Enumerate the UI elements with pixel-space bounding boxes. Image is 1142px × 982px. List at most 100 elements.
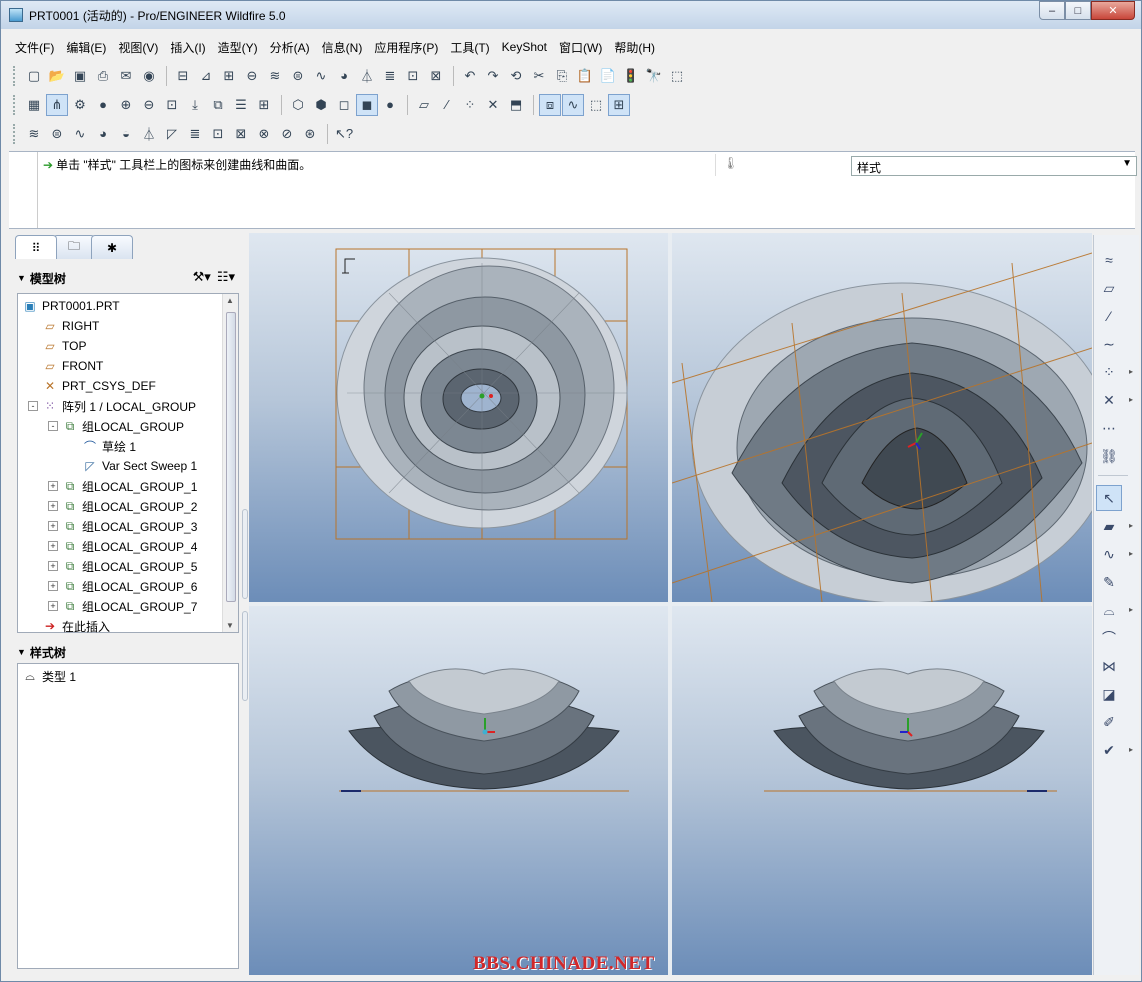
model-tree-item[interactable]: + ⧉ 组LOCAL_GROUP_3 — [48, 516, 197, 536]
regenerate-icon[interactable]: ⟲ — [505, 65, 527, 87]
tab-model-tree[interactable]: ⠿ — [15, 235, 57, 259]
expand-icon[interactable]: + — [48, 561, 58, 571]
curvature-icon[interactable]: ∿ — [310, 65, 332, 87]
delete-analysis-icon[interactable]: ⊗ — [253, 123, 275, 145]
menu-keyshot[interactable]: KeyShot — [496, 38, 553, 56]
collapse-tree-icon[interactable]: - — [48, 421, 58, 431]
scroll-up-icon[interactable]: ▲ — [226, 296, 234, 305]
model-tree-item[interactable]: ▱ TOP — [42, 336, 86, 356]
tab-favorites[interactable]: ✱ — [91, 235, 133, 259]
datum-point-display-icon[interactable]: ⁘ — [459, 94, 481, 116]
surface-connect-icon[interactable]: ⌒ — [1096, 625, 1122, 651]
panel-splitter[interactable] — [241, 233, 249, 975]
paste-icon[interactable]: 📋 — [574, 65, 596, 87]
select-arrow-icon[interactable]: ↖ — [1096, 485, 1122, 511]
model-tree-item[interactable]: ▣ PRT0001.PRT — [22, 296, 119, 316]
expand-icon[interactable]: + — [48, 501, 58, 511]
surface-icon[interactable]: ⌓ ▸ — [1096, 597, 1133, 623]
saved-views-icon[interactable]: ⧉ — [207, 94, 229, 116]
zoom-in-icon[interactable]: ⊕ — [115, 94, 137, 116]
hidden-line-icon[interactable]: ⬢ — [310, 94, 332, 116]
redo-icon[interactable]: ↷ — [482, 65, 504, 87]
menu-help[interactable]: 帮助(H) — [608, 37, 661, 58]
delete-all-icon[interactable]: ⊘ — [276, 123, 298, 145]
surface-edit-icon[interactable]: ◪ — [1096, 681, 1122, 707]
model-tree-scrollbar[interactable]: ▲ ▼ — [222, 294, 238, 632]
section-curvature-icon[interactable]: ⊜ — [46, 123, 68, 145]
style-surface-icon[interactable]: ⬚ — [585, 94, 607, 116]
model-tree-item[interactable]: ▱ FRONT — [42, 356, 103, 376]
internal-plane-icon[interactable]: ⁄ — [1096, 303, 1122, 329]
context-help-icon[interactable]: ↖? — [333, 123, 355, 145]
style-tree-item[interactable]: ⌓ 类型 1 — [22, 666, 76, 686]
menu-analysis[interactable]: 分析(A) — [264, 37, 316, 58]
datum-tag-icon[interactable]: ⊿ — [195, 65, 217, 87]
draft-check-icon[interactable]: ⏃ — [138, 123, 160, 145]
edit-curve-icon[interactable]: ✎ — [1096, 569, 1122, 595]
open-file-icon[interactable]: 📂 — [46, 65, 68, 87]
checkmark-icon[interactable]: ✔ ▸ — [1096, 737, 1133, 763]
viewport-right[interactable] — [672, 606, 1092, 975]
active-plane-icon[interactable]: ▱ — [1096, 275, 1122, 301]
expand-icon[interactable]: + — [48, 481, 58, 491]
splitter-handle[interactable] — [242, 611, 248, 701]
offset-icon[interactable]: ∿ — [69, 123, 91, 145]
reflect-icon[interactable]: ◸ — [161, 123, 183, 145]
curve-curvature-icon[interactable]: ≋ — [23, 123, 45, 145]
repaint-icon[interactable]: ▦ — [23, 94, 45, 116]
reflection-icon[interactable]: ≣ — [379, 65, 401, 87]
orient-mode-icon[interactable]: ⚙ — [69, 94, 91, 116]
dihedral-icon[interactable]: ⊠ — [425, 65, 447, 87]
title-bar[interactable]: PRT0001 (活动的) - Pro/ENGINEER Wildfire 5.… — [1, 1, 1141, 29]
model-tree-header[interactable]: ▼ 模型树 ⚒▾ ☷▾ — [17, 267, 239, 289]
model-tree-item[interactable]: + ⧉ 组LOCAL_GROUP_7 — [48, 596, 197, 616]
model-tree-item[interactable]: ◸ Var Sect Sweep 1 — [82, 456, 197, 476]
model-tree-item[interactable]: ⌒ 草绘 1 — [82, 436, 136, 456]
spin-center-icon[interactable]: ⋔ — [46, 93, 68, 116]
menu-style[interactable]: 造型(Y) — [212, 37, 264, 58]
section-shading-icon[interactable]: ◒ — [115, 123, 137, 145]
shaded-curvature-icon[interactable]: ◕ — [333, 65, 355, 87]
scroll-thumb[interactable] — [226, 312, 236, 602]
annotation-display-icon[interactable]: ⬒ — [505, 94, 527, 116]
expand-icon[interactable]: + — [48, 541, 58, 551]
enhanced-realism-icon[interactable]: ● — [379, 94, 401, 116]
section-analysis-icon[interactable]: ⊜ — [287, 65, 309, 87]
new-file-icon[interactable]: ▢ — [23, 65, 45, 87]
model-tree-item[interactable]: + ⧉ 组LOCAL_GROUP_4 — [48, 536, 197, 556]
tree-settings-icon[interactable]: ⚒▾ — [193, 269, 211, 285]
selection-filter-dropdown[interactable]: 样式 ▼ — [851, 156, 1137, 176]
undo-icon[interactable]: ↶ — [459, 65, 481, 87]
gaussian-icon[interactable]: ◕ — [92, 123, 114, 145]
style-settings-icon[interactable]: ≈ — [1096, 247, 1122, 273]
appearance-icon[interactable]: ● — [92, 94, 114, 116]
zoom-out-icon[interactable]: ⊖ — [138, 94, 160, 116]
isophote-icon[interactable]: ≣ — [184, 123, 206, 145]
traffic-light-icon[interactable]: 🚦 — [620, 65, 642, 87]
style-views-icon[interactable]: ⊞ — [608, 93, 630, 116]
session-icon[interactable]: ◉ — [138, 65, 160, 87]
save-icon[interactable]: ▣ — [69, 65, 91, 87]
model-tree-item[interactable]: + ⧉ 组LOCAL_GROUP_2 — [48, 496, 197, 516]
surface-trim-icon[interactable]: ⋈ — [1096, 653, 1122, 679]
find-icon[interactable]: 🔭 — [643, 65, 665, 87]
cut-icon[interactable]: ✂ — [528, 65, 550, 87]
model-tree-item[interactable]: ➔ 在此插入 — [42, 616, 110, 636]
splitter-handle[interactable] — [242, 509, 248, 599]
no-hidden-icon[interactable]: ◻ — [333, 94, 355, 116]
collapse-tree-icon[interactable]: - — [28, 401, 38, 411]
model-tree-item[interactable]: ✕ PRT_CSYS_DEF — [42, 376, 156, 396]
scroll-down-icon[interactable]: ▼ — [226, 621, 234, 630]
view-manager-icon[interactable]: ⊞ — [253, 94, 275, 116]
plane-icon[interactable]: ▰ ▸ — [1096, 513, 1133, 539]
menu-applications[interactable]: 应用程序(P) — [368, 37, 444, 58]
viewport-3d[interactable] — [672, 233, 1092, 602]
expand-icon[interactable]: + — [48, 521, 58, 531]
menu-file[interactable]: 文件(F) — [9, 37, 60, 58]
link-icon[interactable]: ⛓ — [1096, 443, 1122, 469]
viewport-divider-horizontal[interactable] — [249, 602, 1091, 606]
model-tree-item[interactable]: + ⧉ 组LOCAL_GROUP_5 — [48, 556, 197, 576]
tree-show-icon[interactable]: ☷▾ — [217, 269, 235, 285]
datum-axis-display-icon[interactable]: ⁄ — [436, 94, 458, 116]
shading-icon[interactable]: ◼ — [356, 93, 378, 116]
